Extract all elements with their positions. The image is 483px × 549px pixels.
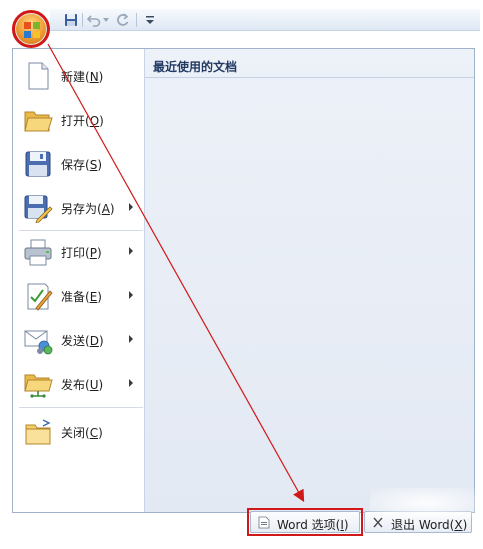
menu-item-new-suffix: ) xyxy=(98,70,104,84)
save-as-icon xyxy=(24,195,53,223)
submenu-arrow-icon xyxy=(129,379,133,387)
menu-item-save-as-key: A xyxy=(101,202,110,216)
menu-item-publish[interactable]: 发布(U) xyxy=(13,363,145,405)
menu-item-save-suffix: ) xyxy=(97,158,102,172)
menu-item-new-label: 新建( xyxy=(61,70,90,84)
menu-item-save-as[interactable]: 另存为(A) xyxy=(13,187,145,229)
prepare-icon xyxy=(27,283,53,311)
menu-item-open-suffix: ) xyxy=(99,114,104,128)
menu-item-save-as-suffix: ) xyxy=(109,202,115,216)
menu-item-close-label: 关闭( xyxy=(61,426,90,440)
submenu-arrow-icon xyxy=(129,247,133,255)
printer-icon xyxy=(24,239,52,266)
menu-item-prepare[interactable]: 准备(E) xyxy=(13,275,145,317)
menu-item-publish-label: 发布( xyxy=(61,378,90,392)
menu-item-new-key: N xyxy=(89,70,99,84)
send-icon xyxy=(24,330,53,355)
toolbar-separator xyxy=(82,13,83,27)
save-disk-icon xyxy=(25,151,51,177)
menu-item-send-suffix: ) xyxy=(98,334,104,348)
menu-item-print-suffix: ) xyxy=(96,246,102,260)
office-button[interactable] xyxy=(12,10,50,48)
recent-documents-divider xyxy=(145,77,474,78)
menu-item-close-key: C xyxy=(89,426,99,440)
exit-word-label: 退出 Word( xyxy=(391,518,455,532)
office-menu: 新建(N) 打开(O) 保存(S) 另存为(A) 打印(P) 准备(E) 发送(… xyxy=(12,48,475,536)
new-document-icon xyxy=(28,62,49,90)
menu-item-prepare-suffix: ) xyxy=(97,290,102,304)
menu-item-send-key: D xyxy=(89,334,99,348)
menu-item-open-label: 打开( xyxy=(61,114,90,128)
quick-access-toolbar xyxy=(0,0,483,46)
menu-item-save[interactable]: 保存(S) xyxy=(13,143,145,185)
office-logo-icon xyxy=(24,22,40,38)
menu-commands-pane: 新建(N) 打开(O) 保存(S) 另存为(A) 打印(P) 准备(E) 发送(… xyxy=(13,49,145,512)
menu-item-print-key: P xyxy=(89,246,97,260)
menu-item-new[interactable]: 新建(N) xyxy=(13,55,145,97)
exit-word-suffix: ) xyxy=(462,518,468,532)
menu-item-open[interactable]: 打开(O) xyxy=(13,99,145,141)
toolbar-separator xyxy=(136,13,137,27)
menu-item-close-suffix: ) xyxy=(98,426,103,440)
submenu-arrow-icon xyxy=(129,203,133,211)
publish-icon xyxy=(24,374,53,398)
exit-word-key: X xyxy=(454,518,463,532)
menu-divider xyxy=(19,407,143,408)
submenu-arrow-icon xyxy=(129,291,133,299)
save-icon[interactable] xyxy=(63,12,79,28)
recent-documents-pane: 最近使用的文档 xyxy=(145,49,474,512)
open-folder-icon xyxy=(24,111,53,132)
annotation-highlight-box xyxy=(247,508,363,536)
menu-item-prepare-label: 准备( xyxy=(61,290,90,304)
redo-icon[interactable] xyxy=(115,12,131,28)
menu-item-print[interactable]: 打印(P) xyxy=(13,231,145,273)
submenu-arrow-icon xyxy=(129,335,133,343)
undo-dropdown-icon[interactable] xyxy=(102,12,110,28)
menu-item-close[interactable]: 关闭(C) xyxy=(13,411,145,453)
menu-item-publish-suffix: ) xyxy=(98,378,104,392)
menu-item-save-as-label: 另存为( xyxy=(61,202,102,216)
recent-documents-title: 最近使用的文档 xyxy=(153,60,238,74)
menu-item-send[interactable]: 发送(D) xyxy=(13,319,145,361)
undo-icon[interactable] xyxy=(86,12,102,28)
menu-item-save-label: 保存( xyxy=(61,158,90,172)
watermark-haze xyxy=(370,488,480,518)
customize-dropdown-icon[interactable] xyxy=(145,12,155,28)
menu-item-open-key: O xyxy=(89,114,100,128)
close-folder-icon xyxy=(25,419,51,445)
menu-item-send-label: 发送( xyxy=(61,334,90,348)
menu-item-print-label: 打印( xyxy=(61,246,90,260)
